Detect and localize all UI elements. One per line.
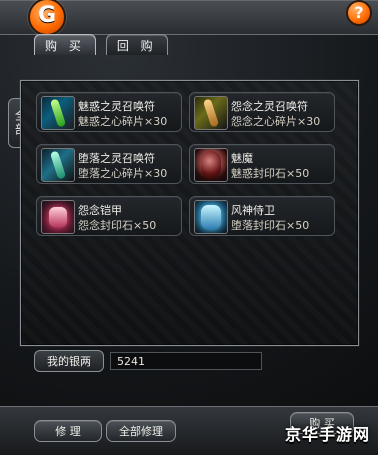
- shop-item[interactable]: 风神侍卫 堕落封印石×50: [189, 196, 335, 236]
- portrait-icon: [194, 148, 228, 182]
- money-row: 我的银两 5241: [34, 350, 262, 372]
- scroll-icon: [41, 96, 75, 130]
- tab-label: 购 买: [45, 38, 85, 53]
- shop-item[interactable]: 怨念铠甲 怨念封印石×50: [36, 196, 182, 236]
- tab-buyback[interactable]: 回 购: [105, 34, 168, 55]
- shop-item[interactable]: 魅惑之灵召唤符 魅惑之心碎片×30: [36, 92, 182, 132]
- help-icon[interactable]: [346, 0, 372, 26]
- item-cost: 魅惑之心碎片×30: [78, 115, 168, 128]
- game-shop-window: 购 买 回 购 全部 魅惑之灵召唤符 魅惑之心碎片×30 怨念之灵召唤符 怨念之…: [0, 0, 378, 455]
- armor-icon: [41, 200, 75, 234]
- item-cost: 怨念封印石×50: [78, 219, 157, 232]
- shop-tabs: 购 买 回 购: [34, 34, 168, 56]
- top-bar: [0, 0, 378, 36]
- item-name: 怨念铠甲: [78, 204, 122, 217]
- money-label: 我的银两: [34, 350, 104, 372]
- shop-item[interactable]: 堕落之灵召唤符 堕落之心碎片×30: [36, 144, 182, 184]
- scroll-icon: [194, 96, 228, 130]
- repair-all-button[interactable]: 全部修理: [106, 420, 176, 442]
- bottom-bar: 修 理 全部修理 购 买 京华手游网: [0, 406, 378, 455]
- tab-label: 回 购: [116, 38, 157, 53]
- shop-item[interactable]: 魅魔 魅惑封印石×50: [189, 144, 335, 184]
- tab-buy[interactable]: 购 买: [34, 34, 96, 55]
- money-value: 5241: [110, 352, 262, 370]
- item-name: 魅魔: [231, 152, 253, 165]
- item-name: 风神侍卫: [231, 204, 275, 217]
- item-cost: 堕落封印石×50: [231, 219, 310, 232]
- item-cost: 堕落之心碎片×30: [78, 167, 168, 180]
- guard-icon: [194, 200, 228, 234]
- scroll-icon: [41, 148, 75, 182]
- game-logo-icon: [28, 0, 66, 36]
- buy-button[interactable]: 购 买: [290, 412, 354, 434]
- item-name: 魅惑之灵召唤符: [78, 100, 155, 113]
- item-cost: 魅惑封印石×50: [231, 167, 310, 180]
- repair-button[interactable]: 修 理: [34, 420, 102, 442]
- items-panel: 魅惑之灵召唤符 魅惑之心碎片×30 怨念之灵召唤符 怨念之心碎片×30 堕落之灵…: [20, 80, 359, 346]
- shop-item[interactable]: 怨念之灵召唤符 怨念之心碎片×30: [189, 92, 335, 132]
- item-cost: 怨念之心碎片×30: [231, 115, 321, 128]
- item-name: 怨念之灵召唤符: [231, 100, 308, 113]
- item-name: 堕落之灵召唤符: [78, 152, 155, 165]
